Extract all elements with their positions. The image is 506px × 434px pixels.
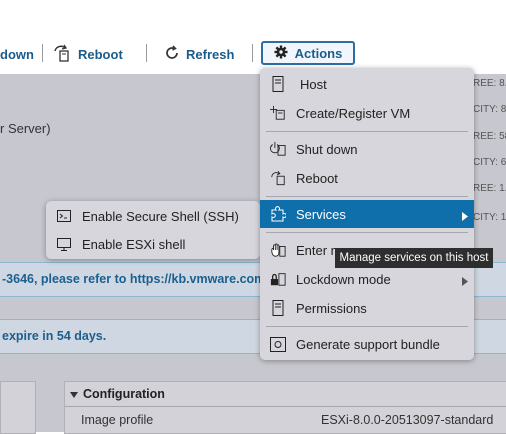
shutdown-label: down [0,46,34,62]
tooltip-text: Manage services on this host [339,252,489,264]
reboot-item[interactable]: Reboot [260,164,474,192]
lock-icon [270,271,286,287]
create-register-vm-item[interactable]: Create/Register VM [260,99,474,127]
permissions-icon [270,300,286,316]
enable-shell-label: Enable ESXi shell [82,236,186,252]
enable-ssh-label: Enable Secure Shell (SSH) [82,208,239,224]
create-register-vm-label: Create/Register VM [296,105,411,121]
info-banner-text[interactable]: -3646, please refer to https://kb.vmware… [2,272,265,286]
gear-icon [274,45,288,62]
maintenance-icon [270,242,286,258]
divider [65,406,506,407]
shutdown-button[interactable]: down [0,44,34,64]
license-banner-text: expire in 54 days. [2,329,107,343]
services-submenu: Enable Secure Shell (SSH) Enable ESXi sh… [46,201,260,259]
lockdown-mode-item[interactable]: Lockdown mode [260,265,474,293]
configuration-title: Configuration [83,387,165,401]
stat-text: CITY: 1 [473,212,506,223]
permissions-label: Permissions [296,300,367,316]
terminal-icon [56,208,72,224]
reboot-icon [270,170,286,186]
refresh-icon [164,44,180,64]
generate-support-bundle-label: Generate support bundle [296,336,440,352]
configuration-panel: Configuration Image profile ESXi-8.0.0-2… [64,381,506,434]
actions-menu: Host Create/Register VM Shut down Reboot… [260,68,474,360]
server-icon [270,76,286,92]
stat-text: REE: 1.6 [473,183,506,194]
host-label: Host [300,76,327,92]
stat-text: CITY: 63 [473,157,506,168]
lockdown-mode-label: Lockdown mode [296,271,391,287]
menu-separator [266,131,468,132]
reboot-button[interactable]: Reboot [52,44,123,64]
host-item[interactable]: Host [260,70,474,98]
reboot-label: Reboot [78,46,123,62]
refresh-label: Refresh [186,46,235,62]
image-profile-label: Image profile [81,413,154,427]
monitor-icon [56,236,72,252]
puzzle-icon [270,206,286,222]
permissions-item[interactable]: Permissions [260,294,474,322]
reboot-label: Reboot [296,170,338,186]
chevron-right-icon [462,274,468,289]
menu-separator [266,326,468,327]
enable-ssh-item[interactable]: Enable Secure Shell (SSH) [46,202,260,230]
generate-support-bundle-item[interactable]: Generate support bundle [260,330,474,358]
stat-text: CITY: 8.8 [473,104,506,115]
chevron-right-icon [462,209,468,224]
refresh-button[interactable]: Refresh [164,44,234,64]
support-bundle-icon [270,336,286,352]
power-icon [270,141,286,157]
enable-shell-item[interactable]: Enable ESXi shell [46,230,260,258]
actions-button[interactable]: Actions [261,41,355,65]
toolbar-divider [42,44,43,62]
shut-down-label: Shut down [296,141,358,157]
reboot-icon [52,44,72,65]
tooltip: Manage services on this host [335,248,493,268]
stat-text: REE: 58.4 [473,131,506,142]
toolbar-divider [252,44,253,62]
host-subtitle: r Server) [0,121,51,136]
collapse-icon [70,387,78,401]
image-profile-value: ESXi-8.0.0-20513097-standard [321,413,494,427]
configuration-header[interactable]: Configuration [70,387,165,401]
services-label: Services [296,206,346,222]
menu-separator [266,196,468,197]
menu-separator [266,232,468,233]
add-vm-icon [270,105,286,121]
services-item[interactable]: Services [260,200,474,228]
left-panel [0,381,36,434]
toolbar-divider [146,44,147,62]
stat-text: REE: 8.7 [473,78,506,89]
shut-down-item[interactable]: Shut down [260,135,474,163]
actions-label: Actions [294,45,343,61]
